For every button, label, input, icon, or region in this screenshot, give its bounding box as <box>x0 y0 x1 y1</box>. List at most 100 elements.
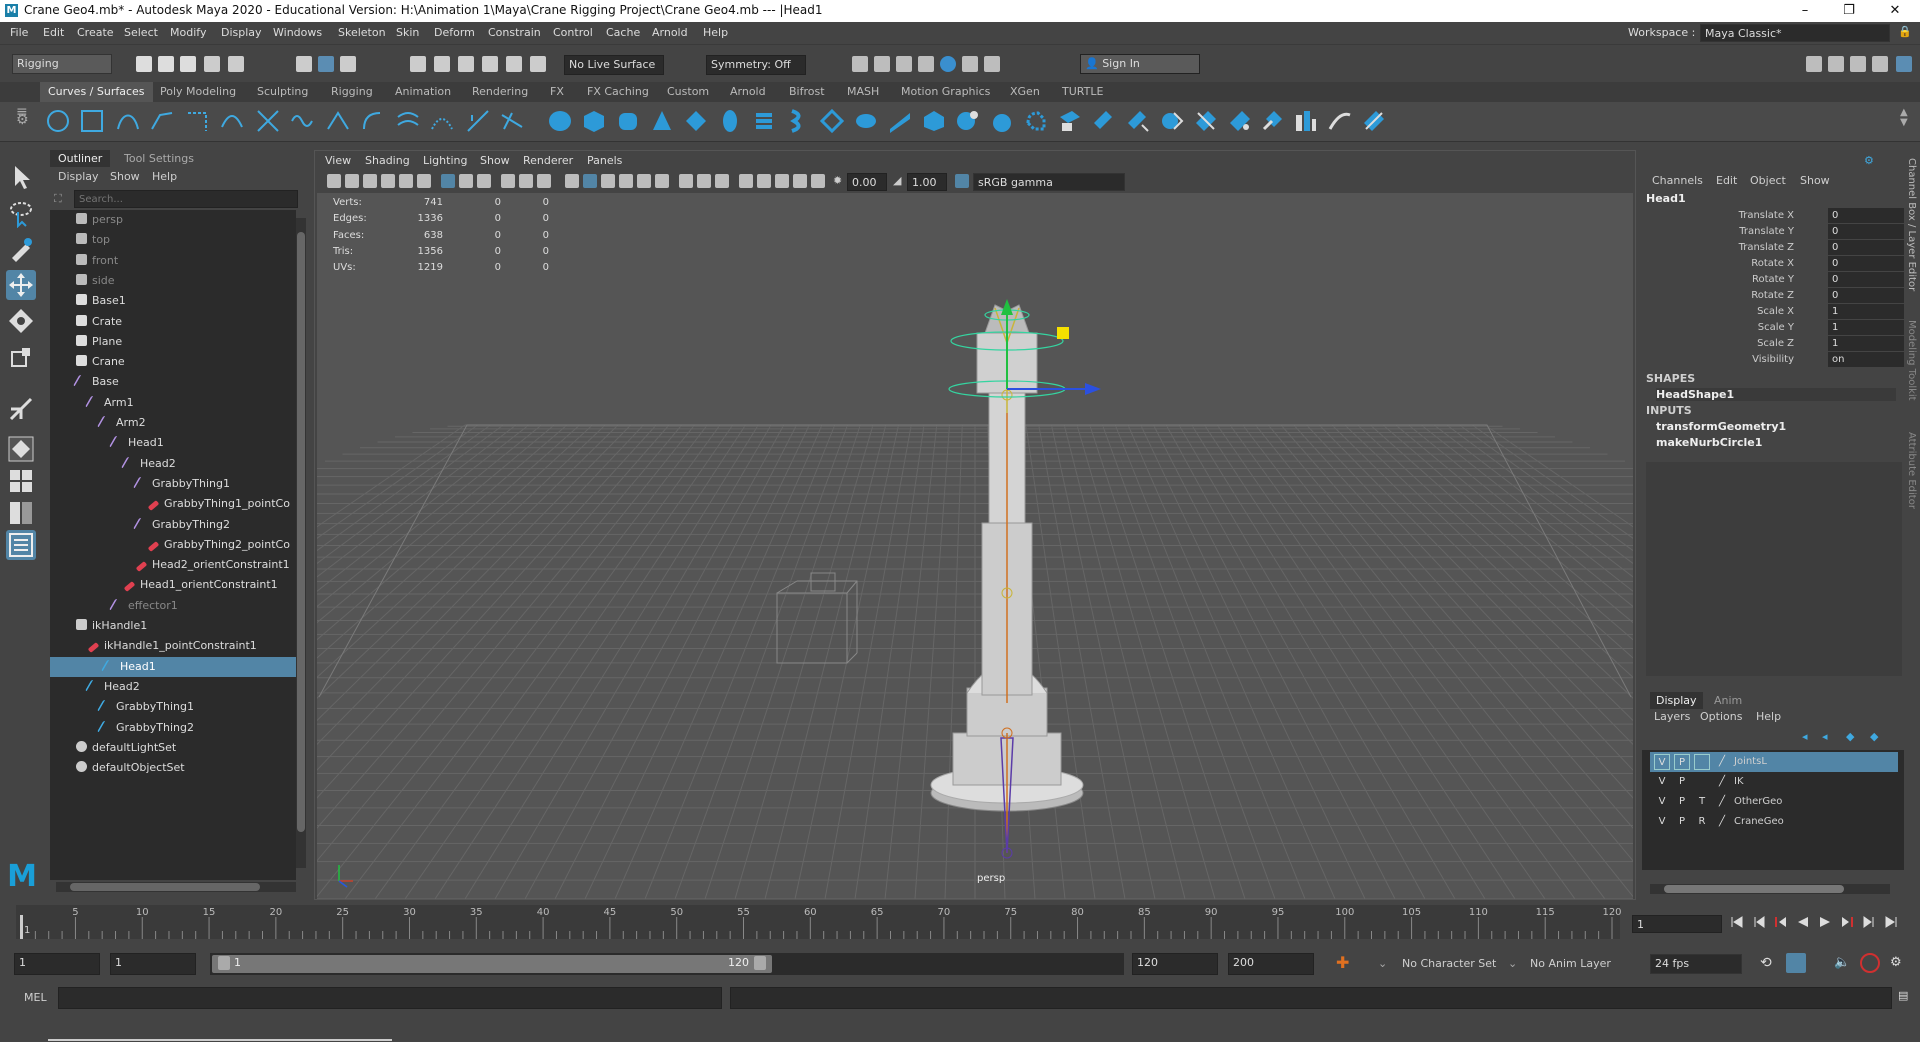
outliner-scrollbar[interactable] <box>296 218 306 868</box>
smooth-shade-icon[interactable] <box>583 174 597 188</box>
cv-curve-icon[interactable] <box>116 109 140 133</box>
last-tool-icon[interactable] <box>6 394 36 424</box>
cache-playback-icon[interactable] <box>1860 953 1880 973</box>
color-management-icon[interactable] <box>955 174 969 188</box>
outliner-item[interactable]: GrabbyThing1 <box>132 474 230 494</box>
outliner-item[interactable]: Plane <box>76 332 122 352</box>
shelf-tab-rigging[interactable]: Rigging <box>331 85 373 98</box>
menu-control[interactable]: Control <box>553 26 593 39</box>
outliner-item[interactable]: effector1 <box>108 596 178 616</box>
go-to-end-icon[interactable] <box>1884 915 1898 929</box>
select-object-icon[interactable] <box>318 56 334 72</box>
layer-v-toggle[interactable]: V <box>1654 794 1670 810</box>
view-transform-select[interactable]: sRGB gamma <box>973 173 1125 191</box>
animation-end-field[interactable]: 200 <box>1228 953 1314 975</box>
character-set-arrow-icon[interactable]: ⌄ <box>1378 957 1387 970</box>
channel-value[interactable]: on <box>1828 352 1904 367</box>
channel-value[interactable]: 0 <box>1828 272 1904 287</box>
layer-p-toggle[interactable]: P <box>1674 814 1690 830</box>
insert-knot-icon[interactable] <box>326 109 350 133</box>
nurbs-plane-icon[interactable] <box>684 109 708 133</box>
snap-plane-icon[interactable] <box>482 56 498 72</box>
xray-joints-icon[interactable] <box>775 174 789 188</box>
snap-curve-icon[interactable] <box>434 56 450 72</box>
current-frame-field[interactable]: 1 <box>1632 915 1722 933</box>
untrim-icon[interactable] <box>1160 109 1184 133</box>
vp-menu-lighting[interactable]: Lighting <box>423 154 467 167</box>
layer-menu-options[interactable]: Options <box>1700 710 1742 723</box>
menu-windows[interactable]: Windows <box>273 26 322 39</box>
detach-surfaces-icon[interactable] <box>1262 109 1286 133</box>
nurbs-sphere-icon[interactable] <box>548 109 572 133</box>
nurbs-circle-icon[interactable] <box>46 109 70 133</box>
menu-skeleton[interactable]: Skeleton <box>338 26 386 39</box>
play-backwards-icon[interactable] <box>1796 915 1810 929</box>
channel-value[interactable]: 1 <box>1828 304 1904 319</box>
shelf-menu-icon[interactable]: ≡ ⚙ <box>16 105 29 127</box>
channel-row[interactable]: Rotate Z 0 <box>1642 288 1904 304</box>
project-curve-icon[interactable] <box>1058 109 1082 133</box>
shelf-tab-turtle[interactable]: TURTLE <box>1062 85 1103 98</box>
outliner-item[interactable]: Arm2 <box>96 413 146 433</box>
close-button[interactable]: ✕ <box>1880 2 1910 20</box>
intersect-icon[interactable] <box>1092 109 1116 133</box>
channel-row[interactable]: Scale Y 1 <box>1642 320 1904 336</box>
xray-active-icon[interactable] <box>793 174 807 188</box>
channel-row[interactable]: Rotate X 0 <box>1642 256 1904 272</box>
motion-blur-icon[interactable] <box>715 174 729 188</box>
grid-toggle-icon[interactable] <box>441 174 455 188</box>
tab-modeling-toolkit[interactable]: Modeling Toolkit <box>1906 320 1917 401</box>
outliner-hscrollbar[interactable] <box>56 882 296 892</box>
new-scene-icon[interactable] <box>136 56 152 72</box>
maximize-button[interactable]: ❐ <box>1834 2 1864 20</box>
script-language-label[interactable]: MEL <box>24 991 47 1004</box>
boundary-icon[interactable] <box>990 109 1014 133</box>
channel-row[interactable]: Translate Z 0 <box>1642 240 1904 256</box>
xray-icon[interactable] <box>757 174 771 188</box>
layer-t-toggle[interactable]: T <box>1694 794 1710 810</box>
square-surface-icon[interactable] <box>1024 109 1048 133</box>
soft-modify-icon[interactable] <box>1362 109 1386 133</box>
snap-surface-icon[interactable] <box>506 56 522 72</box>
extrude-icon[interactable] <box>854 109 878 133</box>
layer-v-toggle[interactable]: V <box>1654 814 1670 830</box>
attach-curves-icon[interactable] <box>256 109 280 133</box>
resolution-gate-icon[interactable] <box>477 174 491 188</box>
outliner-search-input[interactable] <box>74 190 298 208</box>
animation-preferences-icon[interactable]: ⚙ <box>1890 955 1902 970</box>
outliner-item[interactable]: top <box>76 230 110 250</box>
layer-row[interactable]: V P T ╱ OtherGeo <box>1650 792 1898 812</box>
paint-select-icon[interactable] <box>6 234 36 264</box>
shelf-tab-poly-modeling[interactable]: Poly Modeling <box>160 85 236 98</box>
range-end-grip[interactable] <box>754 956 766 970</box>
go-to-start-icon[interactable] <box>1730 915 1744 929</box>
script-editor-icon[interactable]: ▤ <box>1898 989 1908 1002</box>
shelf-tab-fx-caching[interactable]: FX Caching <box>587 85 649 98</box>
nurbs-square-icon[interactable] <box>80 109 104 133</box>
layer-t-toggle[interactable] <box>1694 754 1710 770</box>
menu-display[interactable]: Display <box>221 26 262 39</box>
add-points-icon[interactable] <box>466 109 490 133</box>
input-node-1[interactable]: transformGeometry1 <box>1656 420 1786 433</box>
wireframe-on-shaded-icon[interactable] <box>619 174 633 188</box>
range-handle[interactable]: 1 120 <box>212 955 772 973</box>
new-layer-selected-icon[interactable]: ◆ <box>1870 730 1878 743</box>
trim-icon[interactable] <box>1126 109 1150 133</box>
outliner-menu-help[interactable]: Help <box>152 170 177 183</box>
layer-color-icon[interactable]: ╱ <box>1714 794 1730 810</box>
outliner-item[interactable]: Head1 <box>108 433 164 453</box>
channels-menu-channels[interactable]: Channels <box>1652 174 1703 187</box>
step-back-frame-icon[interactable] <box>1774 915 1788 929</box>
outliner-item[interactable]: Head1_orientConstraint1 <box>123 575 278 595</box>
lasso-tool-icon[interactable] <box>6 198 36 228</box>
shape-node[interactable]: HeadShape1 <box>1656 388 1896 401</box>
layer-p-toggle[interactable]: P <box>1674 754 1690 770</box>
select-camera-icon[interactable] <box>327 174 341 188</box>
tab-outliner[interactable]: Outliner <box>50 150 111 167</box>
layer-row[interactable]: V P ╱ JointsL <box>1650 752 1898 772</box>
open-scene-icon[interactable] <box>158 56 174 72</box>
rebuild-curve-icon[interactable] <box>430 109 454 133</box>
save-scene-icon[interactable] <box>180 56 196 72</box>
range-bar[interactable]: 1 120 <box>210 953 1124 975</box>
gamma-field[interactable]: 1.00 <box>907 173 947 191</box>
